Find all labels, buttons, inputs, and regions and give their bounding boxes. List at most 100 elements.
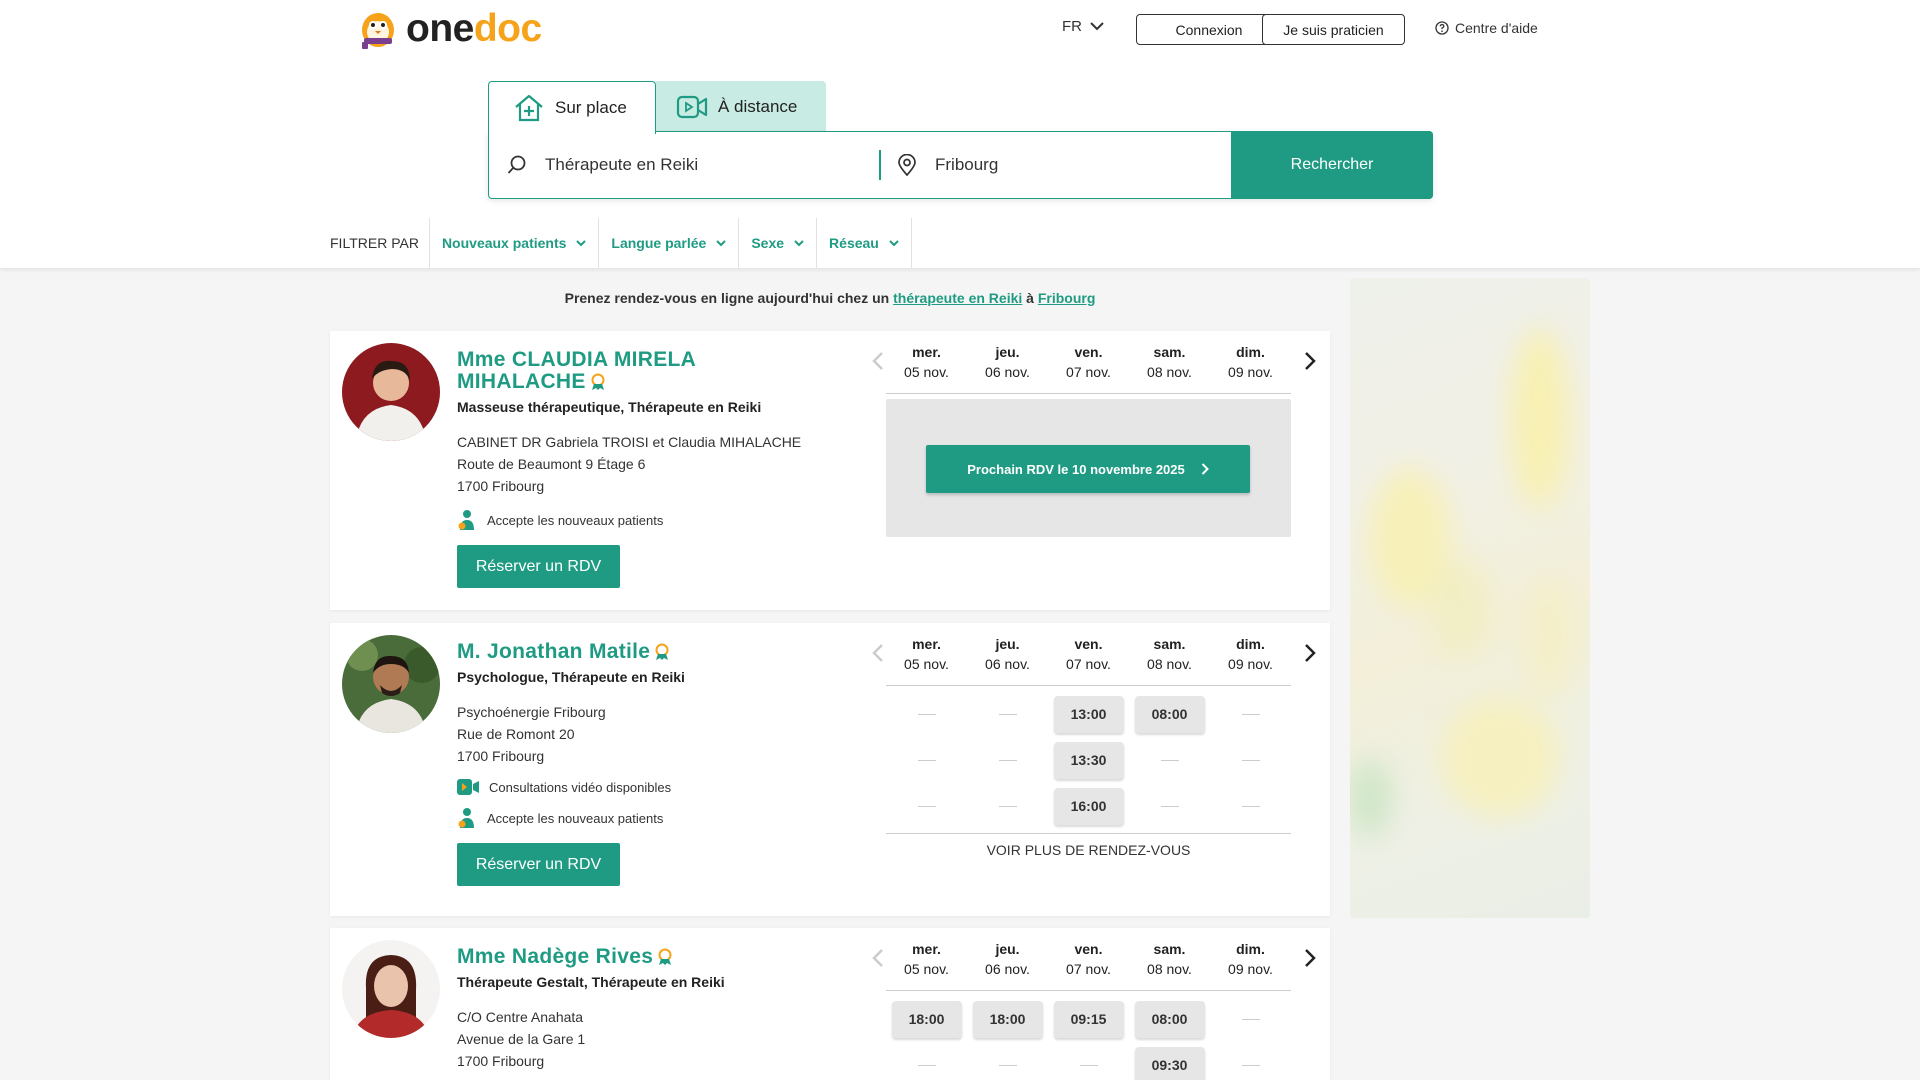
language-selector[interactable]: FR: [1062, 18, 1104, 35]
address-line: 1700 Fribourg: [457, 478, 545, 494]
video-consult-label: Consultations vidéo disponibles: [489, 779, 672, 795]
more-appointments-link[interactable]: VOIR PLUS DE RENDEZ-VOUS: [886, 833, 1291, 858]
no-slot: [917, 1064, 936, 1066]
filter-network-label: Réseau: [829, 235, 879, 251]
tab-onsite-label: Sur place: [555, 98, 627, 117]
video-consult-feature: Consultations vidéo disponibles: [457, 779, 827, 795]
address-line: 1700 Fribourg: [457, 748, 545, 764]
calendar-day: mer. 05 nov.: [886, 634, 967, 685]
practitioner-name[interactable]: M. Jonathan Matile: [457, 641, 827, 663]
calendar-slots: 13:00 08:00 13:30 16:00: [886, 691, 1291, 829]
chevron-right-icon: [1305, 644, 1316, 662]
calendar-day: sam. 08 nov.: [1129, 634, 1210, 685]
day-date: 08 nov.: [1147, 656, 1192, 672]
calendar-day: dim. 09 nov.: [1210, 342, 1291, 393]
avatar[interactable]: [342, 940, 440, 1038]
no-slot: [1241, 805, 1260, 807]
tab-remote[interactable]: À distance: [656, 81, 826, 133]
next-appointment-box: Prochain RDV le 10 novembre 2025: [886, 399, 1291, 537]
address-line: Psychoénergie Fribourg: [457, 704, 606, 720]
filter-language-label: Langue parlée: [611, 235, 707, 251]
search-bar: Thérapeute en Reiki Fribourg Rechercher: [488, 131, 1433, 199]
mascot-icon: [362, 13, 394, 49]
day-date: 09 nov.: [1228, 656, 1273, 672]
chevron-down-icon: [794, 239, 804, 246]
address-line: Route de Beaumont 9 Étage 6: [457, 456, 646, 472]
calendar-day: dim. 09 nov.: [1210, 634, 1291, 685]
avatar[interactable]: [342, 635, 440, 733]
book-appointment-button[interactable]: Réserver un RDV: [457, 843, 620, 886]
question-circle-icon: [1435, 21, 1449, 35]
next-appointment-button[interactable]: Prochain RDV le 10 novembre 2025: [926, 445, 1250, 493]
name-label: M. Jonathan Matile: [457, 640, 651, 663]
calendar-day: jeu. 06 nov.: [967, 634, 1048, 685]
calendar-day: dim. 09 nov.: [1210, 939, 1291, 990]
day-date: 05 nov.: [904, 364, 949, 380]
specialty-search-field[interactable]: Thérapeute en Reiki: [507, 132, 877, 198]
day-name: sam.: [1153, 941, 1186, 957]
practitioner-button[interactable]: Je suis praticien: [1262, 14, 1405, 45]
map-panel[interactable]: [1350, 278, 1590, 918]
new-patients-label: Accepte les nouveaux patients: [487, 810, 664, 826]
filter-new-patients[interactable]: Nouveaux patients: [430, 218, 600, 268]
tab-onsite[interactable]: Sur place: [488, 81, 656, 134]
login-button[interactable]: Connexion: [1136, 14, 1282, 45]
day-name: mer.: [912, 941, 941, 957]
time-slot[interactable]: 13:00: [1053, 695, 1124, 733]
practitioner-card: Mme CLAUDIA MIRELA MIHALACHE Masseuse th…: [330, 331, 1330, 610]
time-slot[interactable]: 08:00: [1134, 1000, 1205, 1038]
day-name: jeu.: [995, 941, 1020, 957]
logo[interactable]: onedoc: [356, 8, 542, 50]
time-slot[interactable]: 18:00: [891, 1000, 962, 1038]
filter-network[interactable]: Réseau: [817, 218, 912, 268]
day-date: 05 nov.: [904, 961, 949, 977]
time-slot[interactable]: 13:30: [1053, 741, 1124, 779]
calendar-header: mer. 05 nov. jeu. 06 nov. ven. 07 nov. sam.…: [886, 342, 1291, 394]
name-line-1: Mme CLAUDIA MIRELA: [457, 348, 697, 371]
help-center-link[interactable]: Centre d'aide: [1435, 20, 1538, 36]
time-slot[interactable]: 09:15: [1053, 1000, 1124, 1038]
book-appointment-button[interactable]: Réserver un RDV: [457, 545, 620, 588]
avatar[interactable]: [342, 343, 440, 441]
calendar-next-button[interactable]: [1298, 944, 1322, 972]
day-date: 07 nov.: [1066, 364, 1111, 380]
day-date: 06 nov.: [985, 364, 1030, 380]
practitioner-name[interactable]: Mme Nadège Rives: [457, 946, 827, 968]
no-slot: [998, 805, 1017, 807]
intro-specialty-link[interactable]: thérapeute en Reiki: [893, 290, 1022, 306]
time-slot[interactable]: 16:00: [1053, 787, 1124, 825]
no-slot: [1079, 1064, 1098, 1066]
intro-mid: à: [1026, 290, 1034, 306]
calendar-header: mer. 05 nov. jeu. 06 nov. ven. 07 nov. sam.…: [886, 634, 1291, 686]
time-slot[interactable]: 18:00: [972, 1000, 1043, 1038]
video-icon: [457, 779, 479, 795]
name-label: Mme Nadège Rives: [457, 945, 654, 968]
header-area: onedoc FR Connexion Je suis praticien Ce…: [0, 0, 1920, 268]
search-divider: [879, 150, 881, 180]
chevron-left-icon: [872, 644, 883, 662]
calendar-day: ven. 07 nov.: [1048, 634, 1129, 685]
filter-gender[interactable]: Sexe: [739, 218, 818, 268]
no-slot: [998, 759, 1017, 761]
practitioner-name[interactable]: Mme CLAUDIA MIRELA MIHALACHE: [457, 349, 827, 393]
calendar-next-button[interactable]: [1298, 639, 1322, 667]
day-date: 07 nov.: [1066, 961, 1111, 977]
day-date: 09 nov.: [1228, 961, 1273, 977]
time-slot[interactable]: 08:00: [1134, 695, 1205, 733]
address: CABINET DR Gabriela TROISI et Claudia MI…: [457, 431, 827, 497]
search-button[interactable]: Rechercher: [1231, 131, 1433, 199]
search-icon: [507, 155, 526, 174]
slot-row: 09:30: [886, 1042, 1291, 1080]
logo-text-doc: doc: [473, 7, 542, 50]
chevron-down-icon: [889, 239, 899, 246]
no-slot: [998, 713, 1017, 715]
day-name: jeu.: [995, 344, 1020, 360]
no-slot: [1160, 805, 1179, 807]
time-slot[interactable]: 09:30: [1134, 1046, 1205, 1080]
chevron-left-icon: [872, 949, 883, 967]
day-date: 08 nov.: [1147, 364, 1192, 380]
new-patient-icon: [458, 808, 474, 828]
intro-city-link[interactable]: Fribourg: [1038, 290, 1096, 306]
calendar-next-button[interactable]: [1298, 347, 1322, 375]
filter-language[interactable]: Langue parlée: [599, 218, 740, 268]
